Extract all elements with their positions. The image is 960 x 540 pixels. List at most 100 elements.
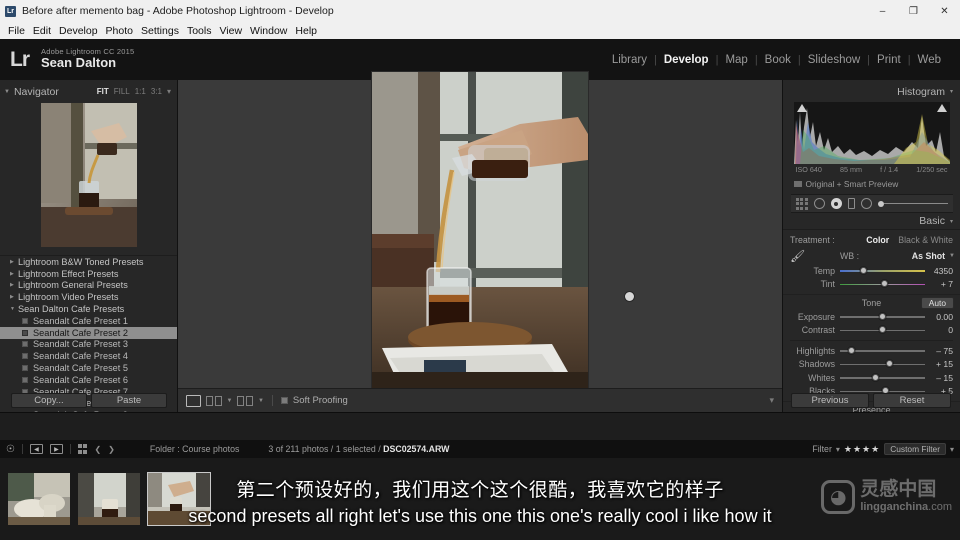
exposure-slider-row[interactable]: Exposure 0.00 [783, 310, 960, 324]
folder-label[interactable]: Folder : Course photos [150, 444, 239, 454]
menu-settings[interactable]: Settings [137, 25, 183, 37]
preset-group-general[interactable]: ▶ Lightroom General Presets [0, 280, 177, 292]
exposure-value[interactable]: 0.00 [925, 312, 953, 322]
zoom-more-icon[interactable]: ▾ [167, 87, 171, 96]
tint-value[interactable]: + 7 [925, 279, 953, 289]
filmstrip[interactable] [0, 458, 960, 540]
whites-value[interactable]: – 15 [925, 373, 953, 383]
zoom-fill[interactable]: FILL [114, 87, 130, 96]
spot-removal-icon[interactable] [813, 198, 825, 209]
shadows-value[interactable]: + 15 [925, 359, 953, 369]
temp-value[interactable]: 4350 [925, 266, 953, 276]
module-slideshow[interactable]: Slideshow [801, 54, 867, 66]
preset-group-effect[interactable]: ▶ Lightroom Effect Presets [0, 268, 177, 280]
zoom-fit[interactable]: FIT [97, 87, 109, 96]
survey-view-icon[interactable] [237, 395, 253, 406]
copy-button[interactable]: Copy... [11, 392, 87, 408]
radial-filter-icon[interactable] [860, 198, 872, 209]
adjustment-brush-slider[interactable] [877, 200, 948, 207]
graduated-filter-icon[interactable] [847, 198, 855, 209]
brush-size-track[interactable] [883, 203, 948, 204]
whites-slider[interactable] [840, 371, 925, 385]
shadows-knob[interactable] [885, 360, 893, 368]
preset-item[interactable]: Seandalt Cafe Preset 3 [0, 339, 177, 351]
loupe-view-icon[interactable] [186, 394, 201, 407]
module-library[interactable]: Library [605, 54, 654, 66]
filmstrip-thumbnail-selected[interactable] [147, 472, 211, 526]
soft-proofing-label[interactable]: Soft Proofing [293, 395, 348, 406]
treatment-color-option[interactable]: Color [866, 235, 889, 245]
tint-slider[interactable] [840, 278, 925, 292]
menu-help[interactable]: Help [291, 25, 321, 37]
highlights-slider-row[interactable]: Highlights – 75 [783, 344, 960, 358]
zoom-3-1[interactable]: 3:1 [151, 87, 162, 96]
soft-proofing-checkbox[interactable] [280, 397, 288, 404]
exposure-knob[interactable] [879, 312, 886, 320]
exposure-slider[interactable] [840, 310, 925, 324]
eyedropper-icon[interactable]: 🖌 [790, 249, 805, 263]
module-develop[interactable]: Develop [657, 54, 716, 66]
chevron-down-icon[interactable]: ▼ [10, 306, 18, 312]
filmstrip-visibility-icon[interactable]: ☉ [6, 444, 15, 455]
contrast-value[interactable]: 0 [925, 325, 953, 335]
menu-file[interactable]: File [4, 25, 29, 37]
crop-overlay-icon[interactable] [795, 197, 808, 210]
back-arrow-icon[interactable]: ◀ [29, 444, 43, 454]
tint-slider-row[interactable]: Tint + 7 [783, 278, 960, 292]
filmstrip-thumbnail[interactable] [78, 473, 140, 525]
wb-value[interactable]: As Shot [912, 251, 953, 261]
preset-item[interactable]: Seandalt Cafe Preset 6 [0, 374, 177, 386]
maximize-button[interactable]: ❐ [898, 0, 929, 22]
chevron-right-icon[interactable]: ▶ [10, 294, 18, 300]
histogram-graph[interactable] [793, 102, 950, 164]
preset-group-sean-dalton-cafe[interactable]: ▼ Sean Dalton Cafe Presets [0, 303, 177, 315]
shadow-clipping-icon[interactable] [796, 104, 807, 112]
chevron-right-icon[interactable]: ▶ [10, 259, 18, 265]
menu-view[interactable]: View [215, 25, 246, 37]
auto-tone-button[interactable]: Auto [920, 297, 954, 309]
minimize-button[interactable]: – [867, 0, 898, 22]
menu-edit[interactable]: Edit [29, 25, 55, 37]
module-print[interactable]: Print [870, 54, 908, 66]
contrast-knob[interactable] [879, 326, 886, 334]
previous-button[interactable]: Previous [791, 392, 869, 408]
tint-knob[interactable] [880, 280, 888, 288]
preset-group-bw-toned[interactable]: ▶ Lightroom B&W Toned Presets [0, 256, 177, 268]
temp-knob[interactable] [860, 266, 868, 274]
temp-slider-row[interactable]: Temp 4350 [783, 264, 960, 278]
preset-group-video[interactable]: ▶ Lightroom Video Presets [0, 291, 177, 303]
treatment-bw-option[interactable]: Black & White [898, 235, 953, 245]
nav-back-icon[interactable]: ❮ [94, 445, 101, 454]
chevron-down-icon[interactable]: ▾ [950, 218, 953, 225]
forward-arrow-icon[interactable]: ▶ [49, 444, 63, 454]
module-map[interactable]: Map [718, 54, 754, 66]
chevron-down-icon[interactable]: ▼ [949, 253, 955, 259]
menu-window[interactable]: Window [246, 25, 291, 37]
toolbar-options-caret[interactable]: ▾ [769, 395, 774, 406]
compare-caret-icon[interactable]: ▼ [227, 398, 233, 404]
highlights-knob[interactable] [847, 346, 855, 354]
contrast-slider[interactable] [840, 324, 925, 338]
close-button[interactable]: ✕ [929, 0, 960, 22]
filter-label[interactable]: Filter [812, 444, 832, 454]
custom-filter-dropdown[interactable]: Custom Filter [884, 443, 946, 455]
temp-slider[interactable] [840, 264, 925, 278]
highlights-slider[interactable] [840, 344, 925, 358]
chevron-right-icon[interactable]: ▶ [10, 282, 18, 288]
whites-knob[interactable] [872, 373, 880, 381]
survey-caret-icon[interactable]: ▼ [258, 398, 264, 404]
menu-tools[interactable]: Tools [183, 25, 216, 37]
filter-caret-icon[interactable]: ▾ [836, 445, 840, 454]
chevron-down-icon[interactable]: ▼ [4, 89, 10, 95]
custom-filter-caret-icon[interactable]: ▾ [950, 445, 954, 454]
menu-develop[interactable]: Develop [55, 25, 102, 37]
identity-plate[interactable]: Adobe Lightroom CC 2015 Sean Dalton [41, 47, 134, 72]
highlights-value[interactable]: – 75 [925, 346, 953, 356]
rating-stars-icon[interactable]: ★★★★ [844, 444, 880, 455]
filmstrip-thumbnail[interactable] [8, 473, 70, 525]
module-book[interactable]: Book [758, 54, 798, 66]
contrast-slider-row[interactable]: Contrast 0 [783, 324, 960, 338]
highlight-clipping-icon[interactable] [936, 104, 947, 112]
reset-button[interactable]: Reset [873, 392, 951, 408]
menu-photo[interactable]: Photo [102, 25, 137, 37]
